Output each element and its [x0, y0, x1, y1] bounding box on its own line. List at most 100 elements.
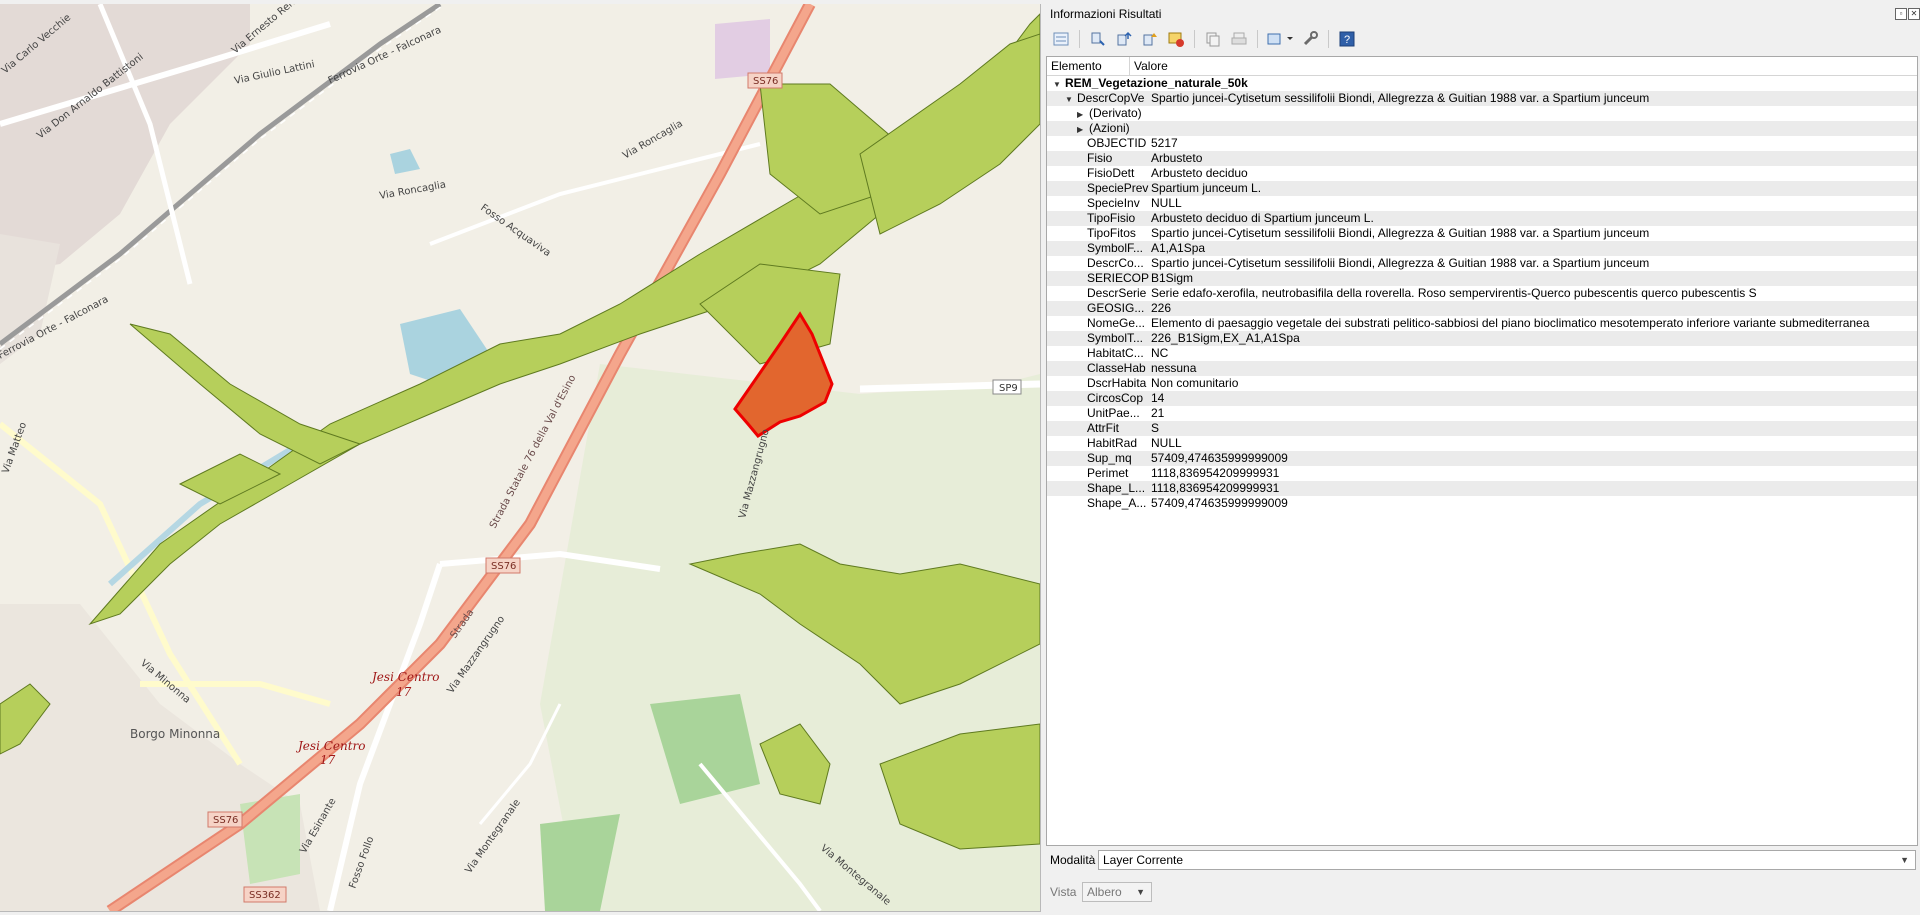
- attribute-row[interactable]: Perimet 1118,836954209999931: [1047, 466, 1917, 481]
- view-select[interactable]: Albero ▼: [1082, 882, 1152, 902]
- attribute-row[interactable]: CircosCop 14: [1047, 391, 1917, 406]
- attribute-value: Arbusteto deciduo di Spartium junceum L.: [1151, 211, 1374, 225]
- expand-tree-button[interactable]: [1087, 28, 1109, 50]
- expand-arrow-icon[interactable]: ▶: [1077, 107, 1089, 122]
- pink-area: [715, 19, 770, 79]
- attribute-row[interactable]: FisioDett Arbusteto deciduo: [1047, 166, 1917, 181]
- attribute-value: 1118,836954209999931: [1151, 481, 1280, 495]
- attribute-value: NULL: [1151, 436, 1182, 450]
- attribute-name: TipoFisio: [1087, 211, 1136, 225]
- road-shield-sp9: SP9: [992, 379, 1022, 395]
- feature-row[interactable]: ▼ DescrCopVe Spartio juncei-Cytisetum ses…: [1047, 91, 1917, 106]
- attribute-name: SERIECOP: [1087, 271, 1150, 285]
- attribute-row[interactable]: Fisio Arbusteto: [1047, 151, 1917, 166]
- collapse-arrow-icon[interactable]: ▼: [1065, 92, 1077, 106]
- copy-feature-button[interactable]: [1202, 28, 1224, 50]
- attribute-row[interactable]: OBJECTID 5217: [1047, 136, 1917, 151]
- attribute-value: 226_B1Sigm,EX_A1,A1Spa: [1151, 331, 1300, 345]
- wrench-icon: [1303, 31, 1318, 46]
- toolbar-separator: [1257, 30, 1258, 48]
- road-shield-ss76: SS76: [207, 811, 243, 828]
- column-header-value[interactable]: Valore: [1130, 57, 1168, 75]
- help-button[interactable]: ?: [1336, 28, 1358, 50]
- attribute-value: B1Sigm: [1151, 271, 1194, 285]
- attribute-row[interactable]: SpeciePrev Spartium junceum L.: [1047, 181, 1917, 196]
- view-label: Vista: [1050, 885, 1077, 899]
- attribute-value: Spartio juncei-Cytisetum sessilifolii Bi…: [1151, 226, 1650, 240]
- feature-name: DescrCopVe: [1077, 91, 1145, 105]
- layer-row[interactable]: ▼ REM_Vegetazione_naturale_50k: [1047, 76, 1917, 91]
- attribute-row[interactable]: TipoFitos Spartio juncei-Cytisetum sessil…: [1047, 226, 1917, 241]
- attribute-row[interactable]: SymbolF... A1,A1Spa: [1047, 241, 1917, 256]
- attribute-row[interactable]: TipoFisio Arbusteto deciduo di Spartium j…: [1047, 211, 1917, 226]
- feature-value: Spartio juncei-Cytisetum sessilifolii Bi…: [1151, 91, 1650, 105]
- attribute-name: Fisio: [1087, 151, 1113, 165]
- attribute-name: SpecieInv: [1087, 196, 1140, 210]
- column-header-element[interactable]: Elemento: [1047, 57, 1130, 75]
- svg-text:?: ?: [1344, 34, 1350, 46]
- attribute-name: FisioDett: [1087, 166, 1135, 180]
- map-svg[interactable]: SS76 SS76 SS76 SS362 SP9 Via Roncaglia V…: [0, 4, 1040, 911]
- place-label-borgo-minonna: Borgo Minonna: [130, 727, 220, 741]
- attribute-value: Arbusteto deciduo: [1151, 166, 1248, 180]
- expand-new-results-button[interactable]: [1139, 28, 1161, 50]
- attribute-name: DescrCo...: [1087, 256, 1144, 270]
- road-shield-ss76: SS76: [485, 557, 521, 574]
- attribute-value: S: [1151, 421, 1160, 435]
- street-label: Via Esinante: [298, 796, 338, 855]
- attribute-row[interactable]: Sup_mq 57409,474635999999009: [1047, 451, 1917, 466]
- vegetation-polygon[interactable]: [129, 323, 362, 465]
- attribute-value: 226: [1151, 301, 1172, 315]
- float-panel-button[interactable]: ▫: [1895, 8, 1907, 20]
- attribute-name: Sup_mq: [1087, 451, 1132, 465]
- place-label-jesi-centro-number: 17: [396, 685, 412, 699]
- attribute-row[interactable]: DescrCo... Spartio juncei-Cytisetum sessi…: [1047, 256, 1917, 271]
- street-label: Via Roncaglia: [621, 118, 685, 161]
- attribute-name: Shape_L...: [1087, 481, 1146, 495]
- attribute-value: Elemento di paesaggio vegetale dei subst…: [1151, 316, 1870, 330]
- attribute-row[interactable]: SymbolT... 226_B1Sigm,EX_A1,A1Spa: [1047, 331, 1917, 346]
- clear-results-button[interactable]: [1165, 28, 1187, 50]
- collapse-tree-button[interactable]: [1113, 28, 1135, 50]
- mode-label: Modalità: [1050, 853, 1096, 867]
- attribute-name: Perimet: [1087, 466, 1129, 480]
- group-row-azioni[interactable]: ▶ (Azioni): [1047, 121, 1917, 136]
- attribute-value: Serie edafo-xerofila, neutrobasifila del…: [1151, 286, 1757, 300]
- identify-mode-button[interactable]: [1265, 28, 1295, 50]
- attribute-name: SpeciePrev: [1087, 181, 1149, 195]
- map-canvas[interactable]: SS76 SS76 SS76 SS362 SP9 Via Roncaglia V…: [0, 4, 1041, 912]
- mode-select[interactable]: Layer Corrente ▼: [1098, 850, 1916, 870]
- attribute-row[interactable]: AttrFit S: [1047, 421, 1917, 436]
- park-area: [240, 794, 300, 884]
- attribute-row[interactable]: ClasseHab nessuna: [1047, 361, 1917, 376]
- chevron-down-icon: ▼: [1900, 855, 1909, 865]
- print-icon: [1231, 32, 1247, 45]
- attribute-row[interactable]: DscrHabita Non comunitario: [1047, 376, 1917, 391]
- attribute-name: UnitPae...: [1087, 406, 1140, 420]
- expand-arrow-icon[interactable]: ▶: [1077, 122, 1089, 137]
- settings-button[interactable]: [1299, 28, 1321, 50]
- print-button[interactable]: [1228, 28, 1250, 50]
- collapse-arrow-icon[interactable]: ▼: [1053, 77, 1065, 92]
- attribute-row[interactable]: Shape_L... 1118,836954209999931: [1047, 481, 1917, 496]
- attribute-row[interactable]: HabitRad NULL: [1047, 436, 1917, 451]
- attribute-value: 57409,474635999999009: [1151, 451, 1288, 465]
- attribute-rows: OBJECTID 5217 Fisio Arbusteto FisioDett Arbus…: [1047, 136, 1917, 511]
- attribute-value: 21: [1151, 406, 1165, 420]
- attribute-row[interactable]: UnitPae... 21: [1047, 406, 1917, 421]
- attribute-row[interactable]: NomeGe... Elemento di paesaggio vegetale …: [1047, 316, 1917, 331]
- results-tree[interactable]: Elemento Valore ▼ REM_Vegetazione_natural…: [1046, 56, 1918, 846]
- attribute-row[interactable]: HabitatC... NC: [1047, 346, 1917, 361]
- close-panel-button[interactable]: ✕: [1908, 8, 1920, 20]
- group-label: (Derivato): [1089, 106, 1142, 120]
- attribute-row[interactable]: SERIECOP B1Sigm: [1047, 271, 1917, 286]
- group-row-derivato[interactable]: ▶ (Derivato): [1047, 106, 1917, 121]
- attribute-row[interactable]: Shape_A... 57409,474635999999009: [1047, 496, 1917, 511]
- svg-text:SP9: SP9: [999, 383, 1018, 394]
- attribute-row[interactable]: GEOSIG... 226: [1047, 301, 1917, 316]
- attribute-row[interactable]: SpecieInv NULL: [1047, 196, 1917, 211]
- collapse-icon: [1117, 31, 1132, 46]
- attribute-row[interactable]: DescrSerie Serie edafo-xerofila, neutroba…: [1047, 286, 1917, 301]
- attribute-name: DescrSerie: [1087, 286, 1147, 300]
- open-form-button[interactable]: [1050, 28, 1072, 50]
